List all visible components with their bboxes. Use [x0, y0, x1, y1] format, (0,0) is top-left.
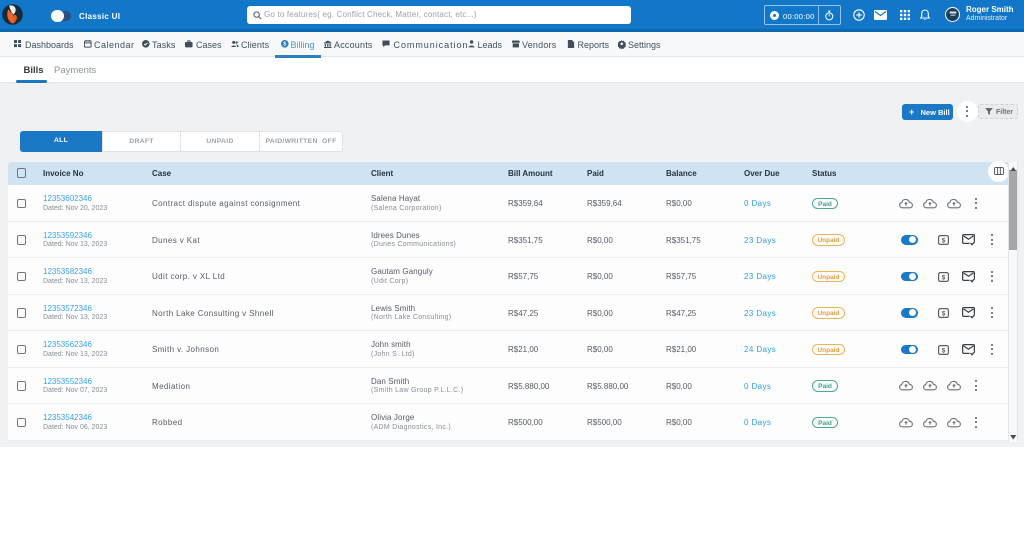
svg-text:$: $	[941, 274, 945, 281]
svg-text:$: $	[283, 42, 286, 48]
svg-text:$: $	[941, 237, 945, 244]
svg-text:$: $	[941, 347, 945, 354]
svg-text:$: $	[941, 310, 945, 317]
